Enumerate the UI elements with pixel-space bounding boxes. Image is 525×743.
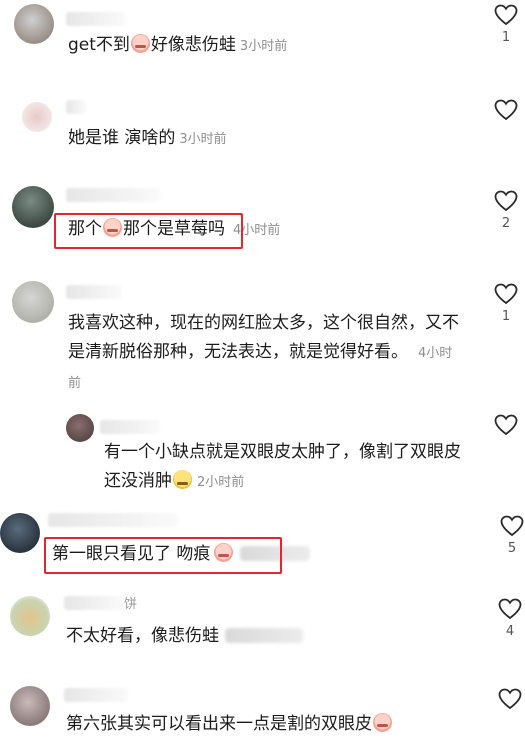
comment-item: 饼 不太好看，像悲伤蛙 4 (0, 590, 525, 670)
heart-outline-icon (494, 190, 518, 212)
username[interactable] (64, 688, 128, 702)
crying-face-emoji-icon (373, 713, 392, 732)
comment-item: 那个 那个是草莓吗 4小时前 2 (0, 180, 525, 260)
comment-text: 我喜欢这种，现在的网红脸太多，这个很自然，又不是清新脱俗那种，无法表达，就是觉得… (68, 313, 459, 391)
comment-item: 我喜欢这种，现在的网红脸太多，这个很自然，又不是清新脱俗那种，无法表达，就是觉得… (0, 275, 525, 405)
like-button[interactable] (490, 688, 525, 710)
comment-text: 有一个小缺点就是双眼皮太肿了，像割了双眼皮还没消肿 2小时前 (104, 442, 461, 491)
comment-item: 第一眼只看见了 吻痕 5 (0, 505, 525, 585)
smiling-face-emoji-icon (173, 470, 192, 489)
username[interactable] (100, 420, 160, 434)
like-button[interactable]: 2 (486, 190, 525, 232)
like-count: 1 (501, 30, 511, 45)
comment-text: 她是谁 演啥的 3小时前 (68, 128, 227, 148)
heart-outline-icon (494, 414, 518, 436)
like-button[interactable] (486, 99, 525, 121)
comment-text: 第一眼只看见了 吻痕 (52, 540, 311, 569)
like-button[interactable]: 5 (492, 515, 525, 557)
crying-face-emoji-icon (130, 34, 150, 53)
username[interactable] (66, 188, 161, 202)
like-button[interactable]: 1 (486, 4, 525, 46)
blurred-content (225, 628, 303, 643)
reply-item: 有一个小缺点就是双眼皮太肿了，像割了双眼皮还没消肿 2小时前 (0, 410, 525, 500)
comment-time: 4小时前 (233, 223, 281, 238)
comment-item: get不到 好像悲伤蛙 3小时前 1 (0, 0, 525, 90)
heart-outline-icon (494, 99, 518, 121)
comment-time: 2小时前 (197, 475, 245, 490)
username-fragment: 饼 (124, 597, 138, 612)
heart-outline-icon (494, 4, 518, 26)
username[interactable] (66, 100, 86, 114)
like-count: 2 (501, 216, 511, 231)
comment-text: 不太好看，像悲伤蛙 (66, 622, 303, 651)
avatar[interactable] (66, 414, 94, 442)
comment-time: 3小时前 (179, 132, 227, 147)
heart-outline-icon (498, 598, 522, 620)
blurred-content (240, 546, 311, 561)
crying-face-emoji-icon (103, 218, 122, 237)
username[interactable] (66, 12, 126, 26)
comment-text: get不到 好像悲伤蛙 3小时前 (68, 34, 288, 55)
heart-outline-icon (498, 688, 522, 710)
username[interactable] (48, 513, 178, 527)
like-count: 1 (501, 309, 511, 324)
username[interactable] (66, 285, 122, 299)
username[interactable] (64, 596, 124, 610)
like-count: 4 (505, 624, 515, 639)
avatar[interactable] (0, 513, 40, 553)
comment-text: 那个 那个是草莓吗 4小时前 (68, 218, 281, 239)
avatar[interactable] (12, 186, 54, 228)
heart-outline-icon (494, 283, 518, 305)
like-count: 5 (507, 541, 517, 556)
comment-text: 第六张其实可以看出来一点是割的双眼皮 (66, 710, 393, 739)
avatar[interactable] (14, 4, 54, 44)
heart-outline-icon (500, 515, 524, 537)
crying-face-emoji-icon (214, 543, 234, 562)
like-button[interactable]: 1 (486, 283, 525, 325)
comment-item: 第六张其实可以看出来一点是割的双眼皮 (0, 680, 525, 743)
avatar[interactable] (10, 686, 50, 726)
like-button[interactable]: 4 (490, 598, 525, 640)
comment-item: 她是谁 演啥的 3小时前 (0, 90, 525, 170)
like-button[interactable] (486, 414, 525, 436)
avatar[interactable] (12, 281, 54, 323)
avatar[interactable] (10, 596, 50, 636)
avatar[interactable] (22, 102, 52, 132)
comment-time: 3小时前 (239, 39, 288, 54)
